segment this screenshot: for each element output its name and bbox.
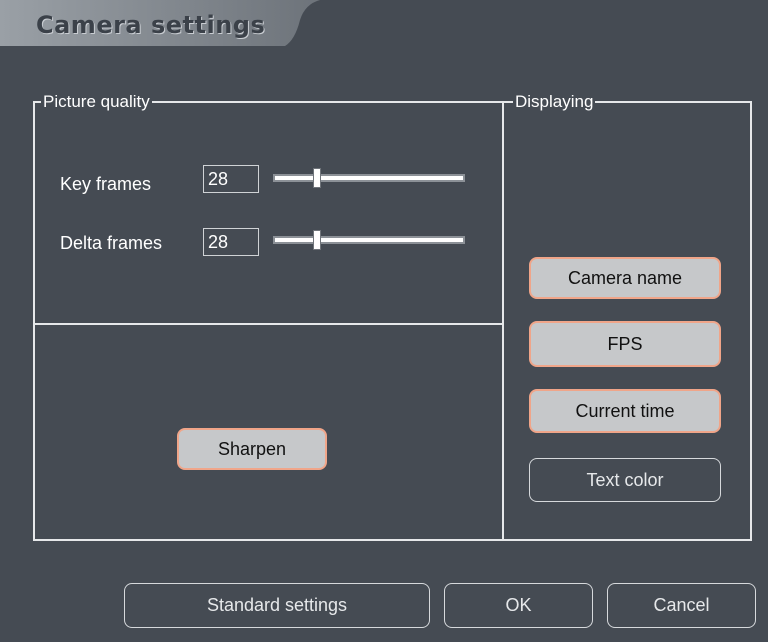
key-frames-slider-thumb[interactable]: [313, 168, 322, 188]
picture-quality-legend: Picture quality: [41, 92, 152, 112]
key-frames-slider-track[interactable]: [273, 174, 465, 182]
cancel-button[interactable]: Cancel: [607, 583, 756, 628]
key-frames-label: Key frames: [60, 174, 152, 194]
camera-name-button[interactable]: Camera name: [529, 257, 721, 299]
delta-frames-field[interactable]: 28: [203, 228, 259, 256]
displaying-legend: Displaying: [513, 92, 596, 112]
window-title: Camera settings: [36, 11, 266, 39]
text-color-button[interactable]: Text color: [529, 458, 721, 502]
fps-button[interactable]: FPS: [529, 321, 721, 367]
sharpen-button[interactable]: Sharpen: [177, 428, 327, 470]
window-title-tab: Camera settings: [0, 0, 320, 46]
delta-frames-label: Delta frames: [60, 233, 163, 253]
delta-frames-slider-track[interactable]: [273, 236, 465, 244]
current-time-button[interactable]: Current time: [529, 389, 721, 433]
picture-quality-frame: [33, 101, 504, 541]
ok-button[interactable]: OK: [444, 583, 593, 628]
delta-frames-slider-thumb[interactable]: [313, 230, 322, 250]
picture-quality-divider: [33, 323, 504, 325]
key-frames-field[interactable]: 28: [203, 165, 259, 193]
standard-settings-button[interactable]: Standard settings: [124, 583, 430, 628]
